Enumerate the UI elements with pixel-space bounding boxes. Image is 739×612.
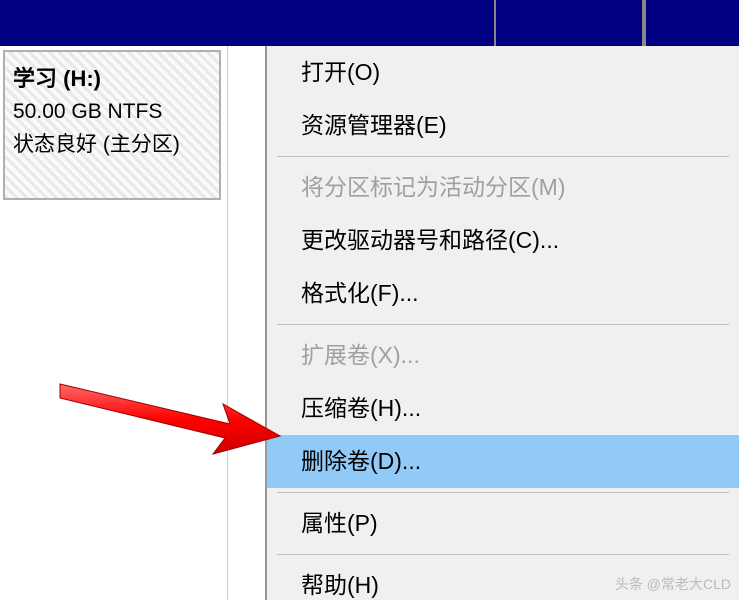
partition-size: 50.00 GB NTFS [13, 96, 211, 129]
menu-mark-active: 将分区标记为活动分区(M) [267, 161, 739, 214]
menu-separator [277, 554, 729, 555]
menu-delete-volume[interactable]: 删除卷(D)... [267, 435, 739, 488]
menu-extend: 扩展卷(X)... [267, 329, 739, 382]
menu-separator [277, 324, 729, 325]
menu-properties[interactable]: 属性(P) [267, 497, 739, 550]
edge-artifact [727, 54, 739, 134]
menu-change-drive[interactable]: 更改驱动器号和路径(C)... [267, 214, 739, 267]
menu-separator [277, 156, 729, 157]
header-cell-2 [644, 0, 739, 46]
partition-block[interactable]: 学习 (H:) 50.00 GB NTFS 状态良好 (主分区) [3, 50, 221, 200]
menu-format[interactable]: 格式化(F)... [267, 267, 739, 320]
partition-status: 状态良好 (主分区) [13, 129, 211, 162]
watermark: 头条 @常老大CLD [615, 574, 731, 594]
header-left [0, 0, 494, 46]
header-bar [0, 0, 739, 46]
menu-explorer[interactable]: 资源管理器(E) [267, 99, 739, 152]
menu-open[interactable]: 打开(O) [267, 46, 739, 99]
header-cell-1 [494, 0, 644, 46]
menu-separator [277, 492, 729, 493]
left-panel: 学习 (H:) 50.00 GB NTFS 状态良好 (主分区) [0, 46, 228, 600]
partition-title: 学习 (H:) [13, 62, 211, 96]
context-menu: 打开(O) 资源管理器(E) 将分区标记为活动分区(M) 更改驱动器号和路径(C… [265, 46, 739, 600]
menu-shrink[interactable]: 压缩卷(H)... [267, 382, 739, 435]
